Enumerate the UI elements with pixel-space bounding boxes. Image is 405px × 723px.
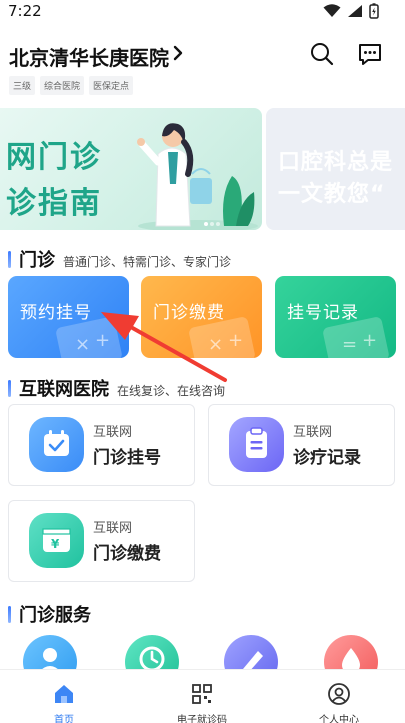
header: 北京清华长庚医院 三级 综合医院 医保定点: [0, 34, 405, 104]
status-time: 7:22: [8, 2, 42, 20]
hospital-name[interactable]: 北京清华长庚医院: [9, 42, 169, 71]
card-small-label: 互联网: [93, 425, 133, 440]
calendar-check-icon: [29, 417, 84, 472]
registration-record-button[interactable]: 挂号记录 = +: [275, 276, 396, 358]
outpatient-title: 门诊: [19, 250, 55, 271]
services-title: 门诊服务: [19, 605, 91, 626]
section-accent-bar: [8, 605, 11, 623]
section-accent-bar: [8, 379, 11, 397]
treatment-record-card[interactable]: 互联网 诊疗记录: [208, 404, 395, 486]
tag-type: 综合医院: [40, 76, 85, 95]
svg-text:+: +: [228, 330, 243, 351]
chevron-right-icon[interactable]: [172, 44, 184, 62]
svg-text:=: =: [342, 334, 357, 355]
tab-profile[interactable]: 个人中心: [294, 682, 384, 723]
tab-qr-code[interactable]: 电子就诊码: [157, 682, 247, 723]
card-title: 诊疗记录: [293, 448, 361, 468]
pen-service-icon[interactable]: [224, 635, 278, 672]
outpatient-subtitle: 普通门诊、特需门诊、专家门诊: [63, 255, 232, 269]
status-icons: [323, 3, 379, 19]
internet-section-header: 互联网医院 在线复诊、在线咨询: [8, 375, 225, 401]
svg-text:+: +: [362, 330, 377, 351]
tag-level: 三级: [9, 76, 36, 95]
svg-text:+: +: [95, 330, 110, 351]
wifi-icon: [323, 4, 341, 17]
card-small-label: 互联网: [93, 521, 133, 536]
clock-service-icon[interactable]: [125, 635, 179, 672]
internet-title: 互联网医院: [19, 379, 109, 400]
qr-code-icon: [192, 684, 212, 704]
doctor-illustration: [137, 123, 258, 230]
person-service-icon[interactable]: [23, 635, 77, 672]
section-accent-bar: [8, 250, 11, 268]
tab-home-label: 首页: [54, 715, 74, 723]
banner-next-line2: 一文教您“: [278, 182, 386, 207]
internet-subtitle: 在线复诊、在线咨询: [117, 384, 226, 398]
hospital-tags: 三级 综合医院 医保定点: [9, 76, 134, 95]
banner-line2: 诊指南: [6, 186, 102, 221]
calculator-deco-icon: × +: [189, 317, 255, 358]
status-bar: 7:22: [0, 0, 405, 24]
message-icon[interactable]: [357, 41, 383, 67]
tab-qr-label: 电子就诊码: [177, 715, 227, 723]
calculator-deco-icon: = +: [323, 317, 389, 358]
services-section-header: 门诊服务: [8, 601, 91, 627]
internet-registration-card[interactable]: 互联网 门诊挂号: [8, 404, 195, 486]
outpatient-section-header: 门诊 普通门诊、特需门诊、专家门诊: [8, 246, 231, 272]
svg-text:×: ×: [208, 334, 223, 355]
internet-payment-card[interactable]: ¥ 互联网 门诊缴费: [8, 500, 195, 582]
profile-icon: [328, 683, 350, 705]
banner-next-slide[interactable]: 口腔科总是 一文教您“: [266, 108, 405, 230]
tab-home[interactable]: 首页: [19, 682, 109, 723]
card-title: 门诊挂号: [93, 448, 161, 468]
banner-next-line1: 口腔科总是: [278, 150, 394, 175]
svg-text:×: ×: [75, 334, 90, 355]
services-row: [0, 632, 405, 672]
card-title: 门诊缴费: [93, 544, 161, 564]
banner-slide[interactable]: 网门诊 诊指南: [0, 108, 262, 230]
wallet-yen-icon: ¥: [29, 513, 84, 568]
outpatient-payment-button[interactable]: 门诊缴费 × +: [141, 276, 262, 358]
clipboard-icon: [229, 417, 284, 472]
appointment-button[interactable]: 预约挂号 × +: [8, 276, 129, 358]
bottom-tab-bar: 首页 电子就诊码 个人中心: [0, 669, 405, 723]
search-icon[interactable]: [309, 41, 335, 67]
svg-text:¥: ¥: [51, 537, 60, 551]
card-small-label: 互联网: [293, 425, 333, 440]
signal-icon: [348, 5, 362, 17]
tab-profile-label: 个人中心: [319, 715, 359, 723]
home-icon: [55, 685, 73, 703]
drop-service-icon[interactable]: [324, 635, 378, 672]
banner-line1: 网门诊: [6, 140, 102, 175]
tag-insurance: 医保定点: [89, 76, 134, 95]
calculator-deco-icon: × +: [56, 317, 122, 358]
battery-icon: [369, 3, 379, 19]
